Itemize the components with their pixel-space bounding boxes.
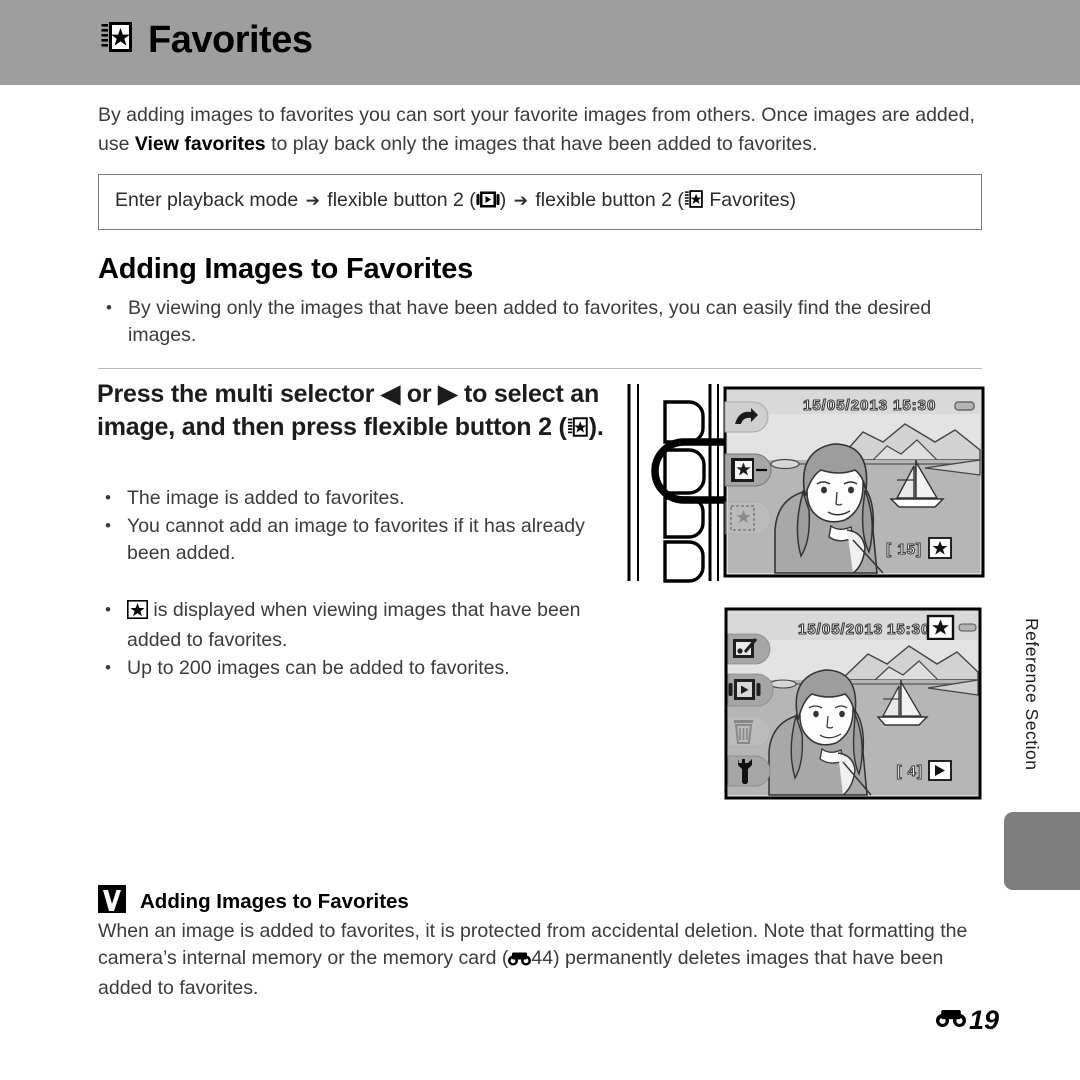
favorites-star-box-icon-badge bbox=[926, 614, 955, 641]
caution-note-body: When an image is added to favorites, it … bbox=[98, 918, 980, 1002]
setup-wrench-icon bbox=[727, 755, 771, 787]
flexible-button-2 bbox=[663, 448, 706, 495]
flexible-button-3 bbox=[663, 496, 705, 539]
favorites-star-box-icon bbox=[127, 600, 148, 627]
playback-menu-icon bbox=[727, 673, 774, 707]
step-instruction: Press the multi selector ◀ or ▶ to selec… bbox=[97, 378, 617, 447]
list-item: The image is added to favorites. bbox=[97, 484, 627, 512]
note-body-ref-num: 44 bbox=[531, 947, 554, 969]
playback-mode-icon bbox=[928, 760, 952, 781]
page-header: Favorites bbox=[100, 18, 313, 61]
battery-full-icon bbox=[958, 623, 977, 632]
intro-paragraph: By adding images to favorites you can so… bbox=[98, 101, 982, 159]
step-bullets-group-2: is displayed when viewing images that ha… bbox=[97, 596, 627, 683]
lcd-time: 15:30 bbox=[893, 397, 936, 414]
caution-checkmark-icon bbox=[98, 885, 126, 918]
favorites-slideshow-icon-dimmed bbox=[724, 501, 772, 535]
lcd-date: 15/05/2013 bbox=[798, 621, 883, 638]
favorites-star-box-icon-lcd bbox=[928, 537, 952, 559]
flexible-button-1 bbox=[663, 400, 705, 444]
playback-menu-icon bbox=[476, 190, 500, 215]
reference-section-tab-block bbox=[1004, 812, 1080, 890]
reference-section-tab-label: Reference Section bbox=[1022, 618, 1042, 771]
favorites-album-icon-step bbox=[567, 414, 589, 447]
step-text-paren-open: ( bbox=[558, 413, 567, 441]
favorites-album-icon-lcd bbox=[724, 453, 772, 487]
reference-section-symbol-icon bbox=[936, 1008, 966, 1034]
path-arrow-icon-1: ➔ bbox=[305, 191, 320, 210]
step-text-paren-close: ). bbox=[588, 413, 604, 441]
step-bullets-group-1: The image is added to favorites. You can… bbox=[97, 484, 627, 568]
page-number-value: 19 bbox=[969, 1005, 1000, 1035]
delete-trash-icon-dimmed bbox=[727, 715, 771, 747]
lcd-date: 15/05/2013 bbox=[803, 397, 888, 414]
favorites-album-icon bbox=[100, 20, 134, 59]
camera-figure-1: 15/05/2013 15:30 [15] bbox=[625, 380, 990, 585]
step-text-part-1: Press the multi selector bbox=[97, 380, 375, 408]
back-arrow-icon bbox=[724, 401, 769, 433]
battery-full-icon bbox=[954, 401, 975, 411]
flexible-button-4 bbox=[663, 540, 705, 583]
retouch-icon bbox=[727, 633, 771, 665]
list-item: is displayed when viewing images that ha… bbox=[97, 596, 627, 654]
path-arrow-icon-2: ➔ bbox=[513, 191, 528, 210]
list-item: Up to 200 images can be added to favorit… bbox=[97, 654, 627, 682]
menu-path-box: Enter playback mode ➔ flexible button 2 … bbox=[98, 174, 982, 230]
section-heading: Adding Images to Favorites bbox=[98, 253, 474, 285]
view-favorites-term: View favorites bbox=[134, 133, 266, 155]
list-item: You cannot add an image to favorites if … bbox=[97, 512, 627, 567]
caution-note-header: Adding Images to Favorites bbox=[98, 885, 409, 918]
reference-section-symbol-icon bbox=[508, 948, 532, 975]
caution-note-title: Adding Images to Favorites bbox=[140, 889, 409, 913]
path-segment-1: Enter playback mode bbox=[115, 189, 299, 211]
intro-line-1: By adding images to favorites you can so… bbox=[98, 104, 910, 126]
intro-line-2-suffix: to play back only the images that have b… bbox=[265, 133, 818, 155]
camera-figure-2: 15/05/2013 15:30 [4] bbox=[723, 606, 983, 801]
favorites-album-icon-path bbox=[684, 189, 704, 215]
page-number: 19 bbox=[936, 1005, 999, 1036]
path-segment-4: flexible button 2 ( bbox=[535, 189, 684, 211]
section-divider bbox=[98, 368, 982, 369]
step-or-word: or bbox=[406, 380, 432, 408]
list-item-text: is displayed when viewing images that ha… bbox=[127, 599, 581, 651]
multi-selector-left-icon: ◀ bbox=[381, 380, 401, 408]
path-segment-3: ) bbox=[499, 189, 507, 211]
list-item: By viewing only the images that have bee… bbox=[98, 294, 978, 349]
section-bullets: By viewing only the images that have bee… bbox=[98, 294, 978, 350]
lcd-frame-counter: [ 15] bbox=[886, 541, 922, 558]
path-segment-2: flexible button 2 ( bbox=[327, 189, 476, 211]
multi-selector-right-icon: ▶ bbox=[438, 380, 458, 408]
lcd-frame-counter: [ 4] bbox=[897, 763, 924, 780]
path-segment-5: Favorites) bbox=[703, 189, 797, 211]
lcd-time: 15:30 bbox=[887, 621, 930, 638]
page-title: Favorites bbox=[148, 18, 313, 61]
page-header-band: Favorites bbox=[0, 0, 1080, 85]
